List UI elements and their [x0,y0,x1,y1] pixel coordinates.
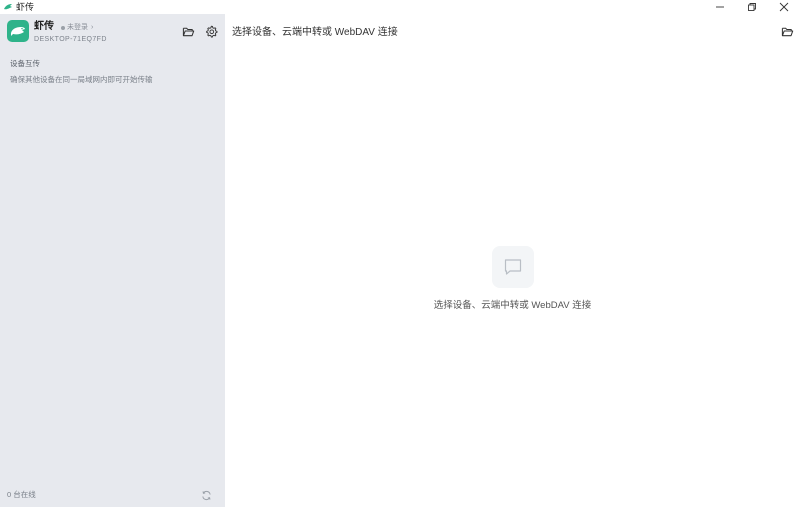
main-open-folder-button[interactable] [780,24,795,39]
restore-button[interactable] [736,0,768,14]
chevron-right-icon: › [91,24,94,31]
title-bar: 虾传 [0,0,800,14]
settings-button[interactable] [204,24,218,38]
folder-open-icon [781,27,794,37]
open-folder-button[interactable] [181,24,195,38]
section-title: 设备互传 [10,59,40,68]
gear-icon [205,25,217,37]
main-panel: 选择设备、云端中转或 WebDAV 连接 选择设备、云端中转或 WebDAV 连… [225,14,800,507]
chat-bubble-icon [504,259,522,275]
status-dot [61,25,65,30]
window-title: 虾传 [16,2,35,12]
close-button[interactable] [768,0,800,14]
login-status-text: 未登录 [67,24,88,31]
window-controls [704,0,800,14]
minimize-button[interactable] [704,0,736,14]
restore-icon [748,3,756,11]
profile-name: 虾传 [34,21,54,32]
avatar[interactable] [7,20,29,42]
empty-state-text: 选择设备、云端中转或 WebDAV 连接 [433,300,592,311]
folder-open-icon [182,27,194,36]
refresh-button[interactable] [199,488,213,502]
device-name: DESKTOP-71EQ7FD [34,36,107,43]
shrimp-logo-icon [11,27,25,36]
page-title: 选择设备、云端中转或 WebDAV 连接 [232,27,398,38]
app-logo-icon [4,4,12,10]
refresh-icon [201,490,211,500]
sidebar-actions [181,24,218,38]
app-window: 虾传 虾传 未登录 › DESKTOP-71EQ7FD 设备互传 确保其他设备在… [0,0,800,507]
online-count: 0 台在线 [7,490,36,499]
close-icon [779,2,789,12]
empty-state-icon-box [492,246,534,288]
login-status[interactable]: 未登录 › [61,23,93,32]
section-hint: 确保其他设备在同一局域网内即可开始传输 [10,75,153,84]
minimize-icon [716,6,724,8]
sidebar: 虾传 未登录 › DESKTOP-71EQ7FD 设备互传 确保其他设备在同一局… [0,14,225,507]
